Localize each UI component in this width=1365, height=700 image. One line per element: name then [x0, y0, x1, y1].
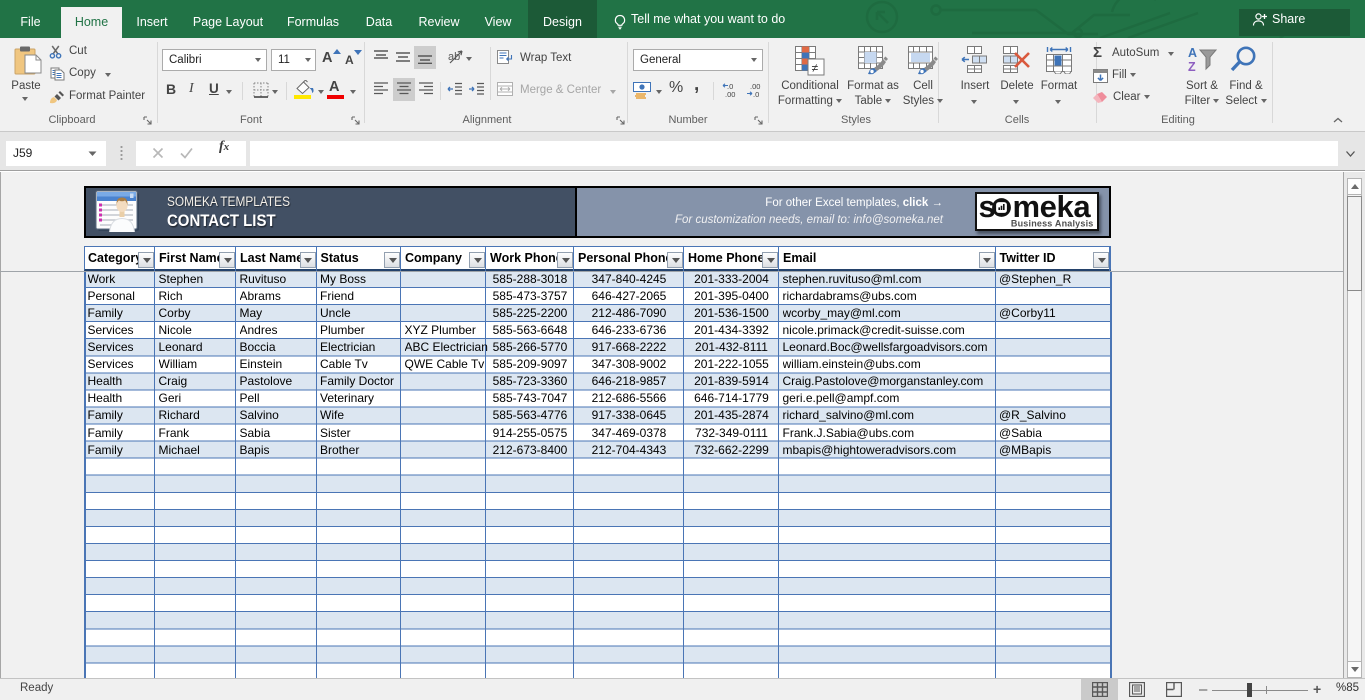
svg-text:Business Analysis: Business Analysis	[1011, 219, 1094, 229]
svg-text:.0: .0	[753, 90, 759, 98]
svg-text:ab: ab	[448, 51, 460, 63]
svg-text:Z: Z	[1188, 60, 1196, 74]
svg-text:.00: .00	[725, 90, 735, 98]
svg-text:A: A	[1188, 46, 1197, 60]
svg-text:≠: ≠	[812, 61, 819, 75]
